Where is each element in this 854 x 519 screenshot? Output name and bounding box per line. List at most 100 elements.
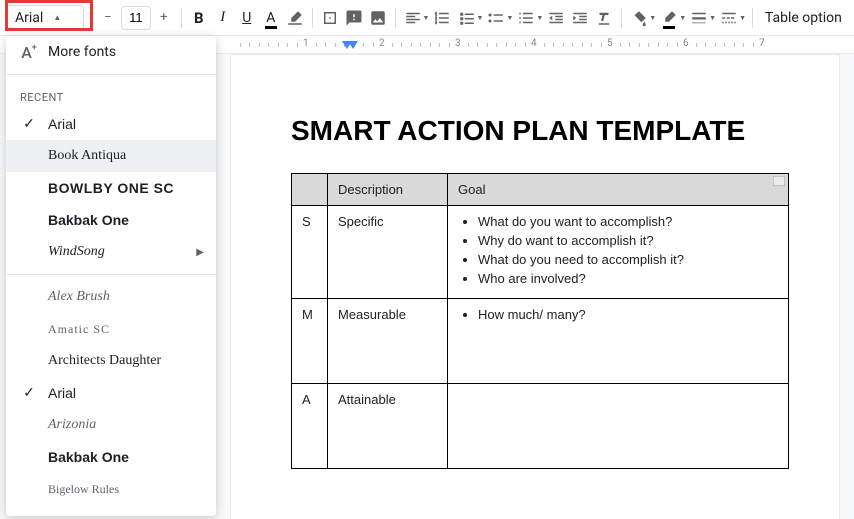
font-option-label: WindSong xyxy=(48,244,202,260)
italic-button[interactable]: I xyxy=(212,5,234,31)
indent-marker-right[interactable] xyxy=(348,38,358,46)
more-fonts-label: More fonts xyxy=(48,44,202,60)
chevron-down-icon: ▼ xyxy=(679,14,686,22)
ruler-number: 5 xyxy=(607,38,613,49)
goal-item[interactable]: What do you need to accomplish it? xyxy=(478,252,778,267)
font-option-label: Alex Brush xyxy=(48,289,202,305)
cell-description[interactable]: Specific xyxy=(328,206,448,299)
font-option[interactable]: Alex Brush xyxy=(6,281,216,313)
cell-goal[interactable]: How much/ many? xyxy=(448,299,789,384)
separator xyxy=(395,8,396,28)
decrease-font-size-button[interactable]: − xyxy=(97,5,119,31)
border-style-button[interactable] xyxy=(718,5,740,31)
numbered-list-button[interactable] xyxy=(515,5,537,31)
page-title[interactable]: SMART ACTION PLAN TEMPLATE xyxy=(291,115,789,147)
table-header-goal-label: Goal xyxy=(458,182,485,197)
checklist-button[interactable] xyxy=(456,5,478,31)
bold-button[interactable]: B xyxy=(188,5,210,31)
cell-letter[interactable]: S xyxy=(292,206,328,299)
smart-plan-table[interactable]: Description Goal SSpecificWhat do you wa… xyxy=(291,173,789,469)
chevron-down-icon: ▼ xyxy=(739,14,746,22)
insert-link-button[interactable] xyxy=(319,5,341,31)
highlight-color-button[interactable] xyxy=(284,5,306,31)
font-option-label: Bigelow Rules xyxy=(48,482,202,497)
font-size-input[interactable] xyxy=(121,6,151,30)
goal-item[interactable]: What do you want to accomplish? xyxy=(478,214,778,229)
ruler-number: 1 xyxy=(303,38,309,49)
underline-button[interactable]: U xyxy=(236,5,258,31)
font-family-select[interactable]: Arial ▲ xyxy=(6,5,84,31)
chevron-down-icon: ▼ xyxy=(506,14,513,22)
document-page[interactable]: SMART ACTION PLAN TEMPLATE Description G… xyxy=(230,54,840,519)
cell-goal[interactable] xyxy=(448,384,789,469)
align-button[interactable] xyxy=(402,5,424,31)
table-row[interactable]: MMeasurable How much/ many? xyxy=(292,299,789,384)
clear-formatting-button[interactable] xyxy=(593,5,615,31)
font-option-label: Arial xyxy=(48,116,202,132)
font-family-value: Arial xyxy=(15,10,43,26)
font-option[interactable]: Architects Daughter xyxy=(6,345,216,377)
font-option[interactable]: Book Antiqua xyxy=(6,140,216,172)
increase-indent-button[interactable] xyxy=(569,5,591,31)
font-option[interactable]: Bigelow Rules xyxy=(6,473,216,505)
decrease-indent-button[interactable] xyxy=(545,5,567,31)
font-option[interactable]: Amatic SC xyxy=(6,313,216,345)
separator xyxy=(181,8,182,28)
cell-fill-button[interactable] xyxy=(628,5,650,31)
table-header-goal[interactable]: Goal xyxy=(448,174,789,206)
bulleted-list-button[interactable] xyxy=(485,5,507,31)
ruler-number: 2 xyxy=(379,38,385,49)
separator xyxy=(621,8,622,28)
font-option[interactable]: ✓Arial xyxy=(6,377,216,409)
font-option-label: Bakbak One xyxy=(48,212,202,228)
chevron-down-icon: ▼ xyxy=(423,14,430,22)
font-option[interactable]: Boogaloo xyxy=(6,505,216,516)
more-fonts-item[interactable]: A+ More fonts xyxy=(6,36,216,68)
table-header-description[interactable]: Description xyxy=(328,174,448,206)
font-option-label: Boogaloo xyxy=(48,513,202,516)
goal-item[interactable]: Why do want to accomplish it? xyxy=(478,233,778,248)
chevron-down-icon: ▼ xyxy=(649,14,656,22)
ruler-number: 7 xyxy=(759,38,765,49)
font-option[interactable]: ✓Arial xyxy=(6,108,216,140)
cell-letter[interactable]: M xyxy=(292,299,328,384)
separator xyxy=(312,8,313,28)
chevron-down-icon: ▼ xyxy=(477,14,484,22)
increase-font-size-button[interactable]: + xyxy=(153,5,175,31)
font-option-label: Bowlby One SC xyxy=(48,180,202,196)
border-width-button[interactable] xyxy=(688,5,710,31)
table-header-blank[interactable] xyxy=(292,174,328,206)
font-option[interactable]: Bakbak One xyxy=(6,204,216,236)
cell-description[interactable]: Measurable xyxy=(328,299,448,384)
font-option[interactable]: Arizonia xyxy=(6,409,216,441)
table-row[interactable]: SSpecificWhat do you want to accomplish?… xyxy=(292,206,789,299)
font-option[interactable]: WindSong▶ xyxy=(6,236,216,268)
cell-description[interactable]: Attainable xyxy=(328,384,448,469)
goal-item[interactable]: How much/ many? xyxy=(478,307,778,322)
table-options-button[interactable]: Table option xyxy=(759,10,848,26)
separator xyxy=(6,74,216,75)
font-option-label: Amatic SC xyxy=(48,322,202,337)
chevron-right-icon: ▶ xyxy=(196,247,204,258)
ruler-number: 3 xyxy=(455,38,461,49)
cell-letter[interactable]: A xyxy=(292,384,328,469)
ruler-number: 4 xyxy=(531,38,537,49)
font-option[interactable]: Bowlby One SC xyxy=(6,172,216,204)
insert-comment-button[interactable] xyxy=(343,5,365,31)
text-color-button[interactable]: A xyxy=(260,5,282,31)
font-option-label: Architects Daughter xyxy=(48,353,202,369)
table-row[interactable]: AAttainable xyxy=(292,384,789,469)
font-option-label: Arizonia xyxy=(48,417,202,433)
separator xyxy=(752,8,753,28)
goal-item[interactable]: Who are involved? xyxy=(478,271,778,286)
table-menu-icon[interactable] xyxy=(773,176,785,186)
cell-goal[interactable]: What do you want to accomplish? Why do wa… xyxy=(448,206,789,299)
font-option-label: Bakbak One xyxy=(48,449,202,465)
recent-section-header: RECENT xyxy=(6,81,216,108)
font-option[interactable]: Bakbak One xyxy=(6,441,216,473)
line-spacing-button[interactable] xyxy=(431,5,453,31)
insert-image-button[interactable] xyxy=(367,5,389,31)
separator xyxy=(90,8,91,28)
font-family-dropdown[interactable]: A+ More fonts RECENT ✓ArialBook AntiquaB… xyxy=(6,36,216,516)
border-color-button[interactable] xyxy=(658,5,680,31)
